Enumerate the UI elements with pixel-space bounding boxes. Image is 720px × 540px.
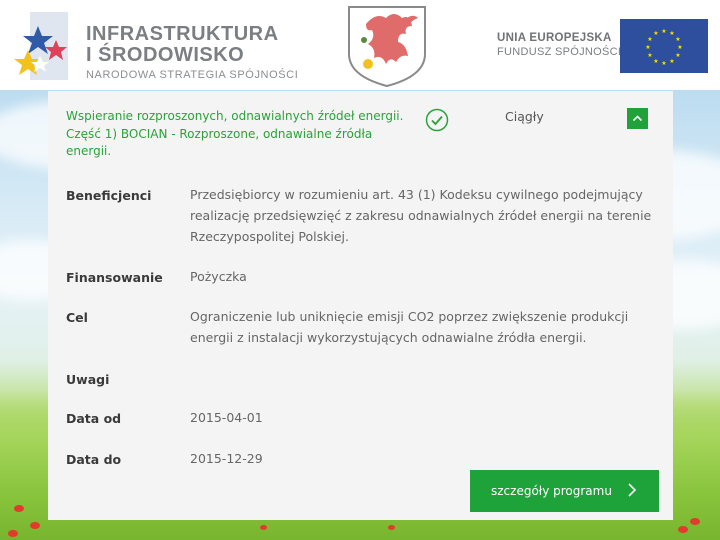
row-label-date-to: Data do [66, 452, 122, 467]
chevron-right-icon [627, 481, 637, 503]
logo-subtitle: NARODOWA STRATEGIA SPÓJNOŚCI [86, 69, 299, 81]
svg-text:★: ★ [677, 44, 682, 51]
eu-flag-icon: ★ ★ ★ ★ ★ ★ ★ ★ ★ ★ ★ ★ [620, 19, 708, 73]
flower [30, 522, 40, 529]
logo-text-block: INFRASTRUKTURA I ŚRODOWISKO NARODOWA STR… [86, 23, 299, 82]
eu-text-block: UNIA EUROPEJSKA FUNDUSZ SPÓJNOŚCI [497, 32, 621, 58]
program-title-line2: Część 1) BOCIAN - Rozproszone, odnawialn… [66, 126, 373, 159]
row-label-notes: Uwagi [66, 372, 110, 387]
eu-fund-name: FUNDUSZ SPÓJNOŚCI [497, 46, 622, 58]
svg-text:★: ★ [661, 28, 666, 35]
flower [8, 530, 18, 537]
svg-text:★: ★ [653, 58, 658, 65]
eu-title: UNIA EUROPEJSKA [497, 32, 612, 44]
innovative-economy-stars-icon [14, 12, 68, 80]
logo-title-line2: I ŚRODOWISKO [86, 44, 245, 66]
row-label-financing: Finansowanie [66, 270, 163, 285]
program-status: Ciągły [505, 109, 544, 124]
row-value-date-to: 2015-12-29 [190, 451, 263, 466]
program-details-button[interactable]: szczegóły programu [470, 470, 659, 512]
svg-text:★: ★ [647, 52, 652, 59]
row-label-goal: Cel [66, 310, 88, 325]
svg-text:★: ★ [661, 60, 666, 67]
svg-text:★: ★ [675, 36, 680, 43]
row-value-financing: Pożyczka [190, 269, 247, 284]
row-label-beneficiaries: Beneficjenci [66, 188, 152, 203]
program-card: Wspieranie rozproszonych, odnawialnych ź… [48, 91, 673, 520]
row-value-goal: Ograniczenie lub uniknięcie emisji CO2 p… [190, 309, 629, 345]
check-circle-icon [425, 108, 449, 132]
flower [260, 525, 267, 530]
svg-text:★: ★ [675, 52, 680, 59]
row-value-beneficiaries: Przedsiębiorcy w rozumieniu art. 43 (1) … [190, 187, 652, 244]
row-label-date-from: Data od [66, 411, 122, 426]
svg-text:★: ★ [647, 36, 652, 43]
program-details-label: szczegóły programu [491, 484, 612, 498]
program-title: Wspieranie rozproszonych, odnawialnych ź… [66, 108, 416, 161]
collapse-button[interactable] [627, 108, 648, 129]
svg-text:★: ★ [645, 44, 650, 51]
flower [678, 526, 688, 533]
flower [388, 525, 395, 530]
svg-text:★: ★ [669, 30, 674, 37]
header-logos: INFRASTRUKTURA I ŚRODOWISKO NARODOWA STR… [0, 0, 720, 90]
logo-title-line1: INFRASTRUKTURA [86, 23, 279, 45]
row-value-date-from: 2015-04-01 [190, 410, 263, 425]
svg-text:★: ★ [653, 30, 658, 37]
flower [14, 505, 24, 512]
svg-text:★: ★ [669, 58, 674, 65]
program-title-line1: Wspieranie rozproszonych, odnawialnych ź… [66, 109, 404, 123]
chevron-up-icon [632, 115, 643, 122]
griffin-crest-icon [348, 6, 426, 88]
flower [690, 518, 700, 525]
